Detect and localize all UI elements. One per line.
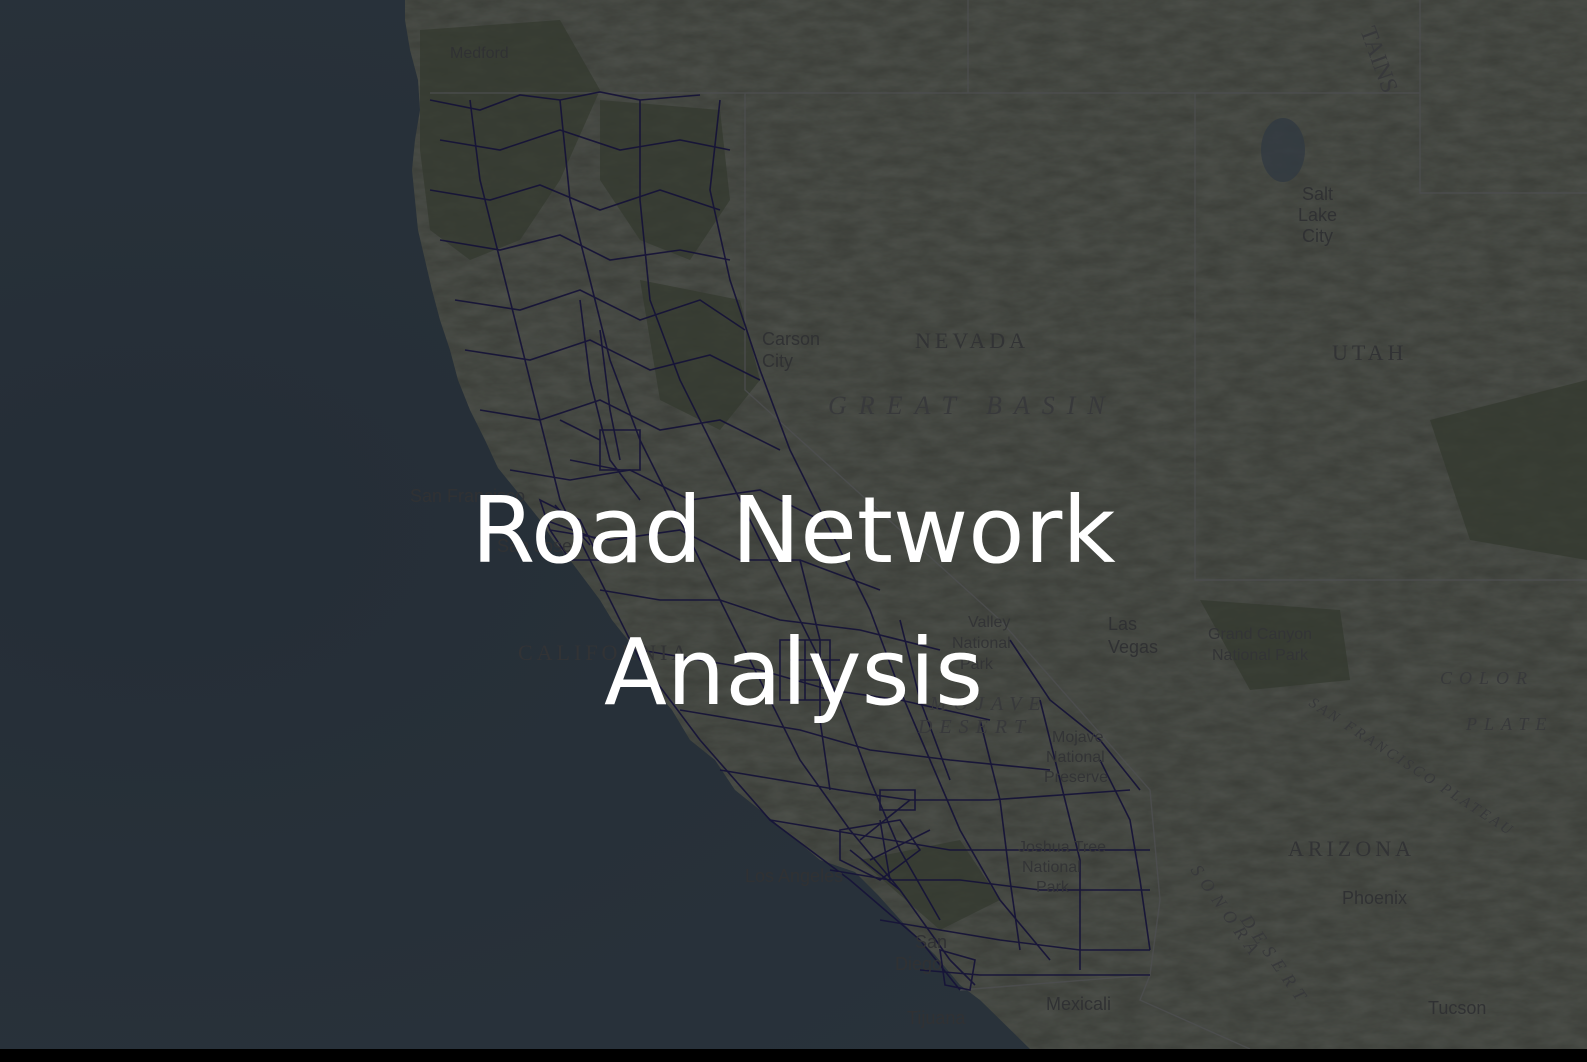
hero-title-line-2: Analysis <box>603 618 984 726</box>
hero-title-line-1: Road Network <box>471 476 1116 584</box>
hero-title: Road Network Analysis <box>0 460 1587 744</box>
map-hero: Medford Carson City NEVADA Salt Lake Cit… <box>0 0 1587 1049</box>
bottom-bar <box>0 1049 1587 1062</box>
